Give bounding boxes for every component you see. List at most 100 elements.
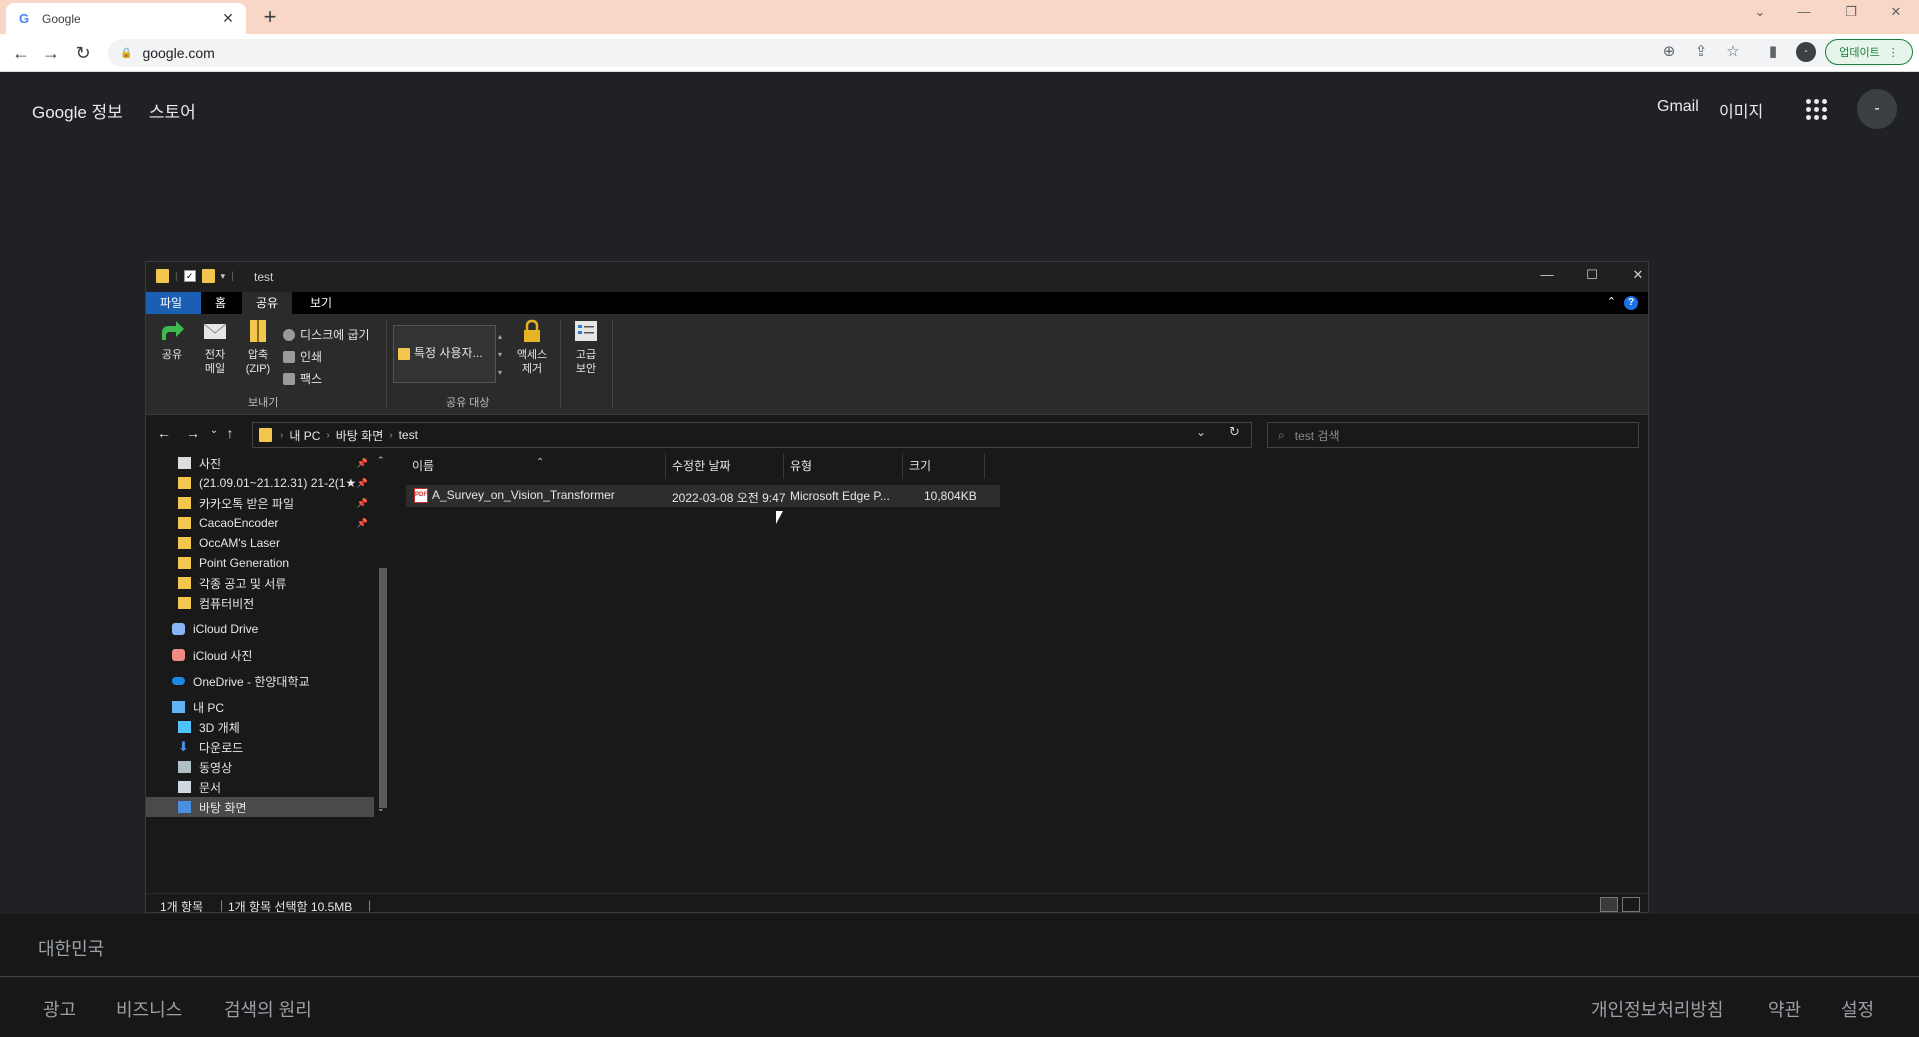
nav-item-point-generation[interactable]: Point Generation xyxy=(146,553,374,573)
share-group-label: 공유 대상 xyxy=(446,397,490,409)
breadcrumb-test[interactable]: test xyxy=(399,428,418,442)
details-view-icon[interactable] xyxy=(1600,897,1618,912)
reload-icon[interactable]: ↻ xyxy=(70,40,96,66)
nav-item-cacaoencoder[interactable]: CacaoEncoder 📌 xyxy=(146,513,374,533)
large-icons-view-icon[interactable] xyxy=(1622,897,1640,912)
explorer-back-icon[interactable]: ← xyxy=(154,425,174,441)
gmail-link[interactable]: Gmail xyxy=(1657,98,1699,116)
update-button[interactable]: 업데이트 ⋮ xyxy=(1825,39,1913,65)
column-header-type[interactable]: 유형 xyxy=(784,453,903,479)
properties-icon[interactable]: ✓ xyxy=(183,270,196,282)
ribbon-separator xyxy=(612,320,613,408)
help-icon[interactable]: ? xyxy=(1624,296,1638,310)
nav-item-videos[interactable]: 동영상 xyxy=(146,757,374,777)
table-row[interactable]: PDF A_Survey_on_Vision_Transformer 2022-0… xyxy=(406,485,1000,507)
tab-home[interactable]: 홈 xyxy=(201,292,240,314)
explorer-close-button[interactable]: ✕ xyxy=(1623,267,1648,283)
folder-icon xyxy=(178,537,191,549)
footer-link-settings[interactable]: 설정 xyxy=(1841,996,1874,1022)
scroll-down-icon[interactable]: ⌄ xyxy=(377,803,385,814)
restore-button[interactable]: ❐ xyxy=(1836,4,1866,20)
back-arrow-icon[interactable]: ← xyxy=(8,40,34,66)
store-link[interactable]: 스토어 xyxy=(149,98,196,123)
url-text[interactable]: google.com xyxy=(142,45,1884,61)
share-button[interactable]: 공유 xyxy=(156,318,188,362)
nav-item-desktop[interactable]: 바탕 화면 xyxy=(146,797,374,817)
new-folder-icon[interactable] xyxy=(201,269,215,283)
explorer-address-bar[interactable]: › 내 PC › 바탕 화면 › test xyxy=(252,422,1252,448)
ribbon-separator xyxy=(560,320,561,408)
google-apps-icon[interactable] xyxy=(1806,99,1828,121)
share-icon[interactable]: ⇪ xyxy=(1690,41,1712,63)
collapse-ribbon-icon[interactable]: ⌃ xyxy=(1607,295,1616,308)
side-panel-icon[interactable]: ▮ xyxy=(1762,41,1784,63)
nav-item-3d-objects[interactable]: 3D 개체 xyxy=(146,717,374,737)
refresh-icon[interactable]: ↻ xyxy=(1229,424,1240,440)
up-folder-icon[interactable]: ↑ xyxy=(220,425,240,441)
footer-link-ads[interactable]: 광고 xyxy=(43,996,76,1022)
column-header-size[interactable]: 크기 xyxy=(903,453,985,479)
images-link[interactable]: 이미지 xyxy=(1719,98,1763,122)
profile-avatar[interactable]: - xyxy=(1796,42,1816,62)
column-header-name[interactable]: 이름 ⌃ xyxy=(406,453,666,479)
nav-item-occams-laser[interactable]: OccAM's Laser xyxy=(146,533,374,553)
zip-button[interactable]: 압축 (ZIP) xyxy=(241,318,275,376)
nav-item-icloud-photos[interactable]: iCloud 사진 xyxy=(146,645,374,665)
gallery-scroll-icon[interactable]: ▴ ▾ ▾ xyxy=(498,328,502,382)
nav-item-photos[interactable]: 사진 📌 xyxy=(146,453,374,473)
nav-item-icloud-drive[interactable]: iCloud Drive xyxy=(146,619,374,639)
nav-item-downloads[interactable]: ⬇ 다운로드 xyxy=(146,737,374,757)
address-dropdown-icon[interactable]: ⌄ xyxy=(1196,425,1206,439)
email-button[interactable]: 전자 메일 xyxy=(198,318,232,376)
about-google-link[interactable]: Google 정보 xyxy=(32,98,123,123)
nav-item-notices[interactable]: 각종 공고 및 서류 xyxy=(146,573,374,593)
nav-item-computer-vision[interactable]: 컴퓨터비전 xyxy=(146,593,374,613)
share-arrow-icon xyxy=(162,321,184,340)
footer-link-how-search-works[interactable]: 검색의 원리 xyxy=(224,996,312,1022)
burn-disc-button[interactable]: 디스크에 굽기 xyxy=(283,326,370,343)
print-button[interactable]: 인쇄 xyxy=(283,348,322,365)
tab-share[interactable]: 공유 xyxy=(242,292,293,314)
footer-link-terms[interactable]: 약관 xyxy=(1768,996,1801,1022)
footer-link-privacy[interactable]: 개인정보처리방침 xyxy=(1591,996,1723,1022)
zoom-icon[interactable]: ⊕ xyxy=(1658,41,1680,63)
tab-view[interactable]: 보기 xyxy=(296,292,346,314)
nav-item-documents[interactable]: 문서 xyxy=(146,777,374,797)
share-with-gallery[interactable]: 특정 사용자... xyxy=(393,325,496,383)
column-header-modified[interactable]: 수정한 날짜 xyxy=(666,453,784,479)
new-tab-button[interactable]: + xyxy=(258,5,282,29)
account-avatar[interactable]: - xyxy=(1857,89,1897,129)
icloud-photos-icon xyxy=(172,649,185,661)
tab-search-icon[interactable]: ⌄ xyxy=(1745,4,1775,20)
nav-item-onedrive[interactable]: OneDrive - 한양대학교 xyxy=(146,671,374,691)
explorer-search-input[interactable]: ⌕ test 검색 xyxy=(1267,422,1639,448)
browser-tab-google[interactable]: G Google ✕ xyxy=(6,3,246,34)
close-window-button[interactable]: ✕ xyxy=(1881,4,1911,20)
forward-arrow-icon[interactable]: → xyxy=(38,40,64,66)
breadcrumb-my-pc[interactable]: 내 PC xyxy=(289,427,320,444)
tab-close-icon[interactable]: ✕ xyxy=(220,10,236,27)
nav-item-kakao-files[interactable]: 카카오톡 받은 파일 📌 xyxy=(146,493,374,513)
scrollbar-thumb[interactable] xyxy=(379,568,387,808)
customize-toolbar-icon[interactable]: ▾ xyxy=(221,271,226,282)
explorer-maximize-button[interactable]: ☐ xyxy=(1577,267,1607,283)
lock-icon[interactable]: 🔒 xyxy=(120,48,132,59)
nav-pane-scrollbar[interactable]: ⌃ ⌄ xyxy=(374,453,391,893)
scroll-up-icon[interactable]: ⌃ xyxy=(377,455,385,466)
advanced-security-button[interactable]: 고급 보안 xyxy=(566,318,606,376)
breadcrumb-desktop[interactable]: 바탕 화면 xyxy=(336,427,384,444)
address-bar[interactable]: 🔒 google.com xyxy=(108,39,1896,67)
bookmark-star-icon[interactable]: ☆ xyxy=(1722,41,1744,63)
footer-link-business[interactable]: 비즈니스 xyxy=(116,996,182,1022)
minimize-button[interactable]: — xyxy=(1789,4,1819,19)
nav-item-my-pc[interactable]: 내 PC xyxy=(146,697,374,717)
fax-button[interactable]: 팩스 xyxy=(283,370,322,387)
explorer-minimize-button[interactable]: — xyxy=(1532,267,1562,282)
footer-country: 대한민국 xyxy=(38,939,105,959)
more-menu-icon[interactable]: ⋮ xyxy=(1888,46,1899,59)
nav-item-semester-folder[interactable]: (21.09.01~21.12.31) 21-2(1★ 📌 xyxy=(146,473,374,493)
remove-access-button[interactable]: 액세스 제거 xyxy=(512,318,552,376)
file-name-cell[interactable]: PDF A_Survey_on_Vision_Transformer xyxy=(414,488,615,504)
explorer-forward-icon[interactable]: → xyxy=(183,425,203,441)
tab-file[interactable]: 파일 xyxy=(146,292,201,314)
